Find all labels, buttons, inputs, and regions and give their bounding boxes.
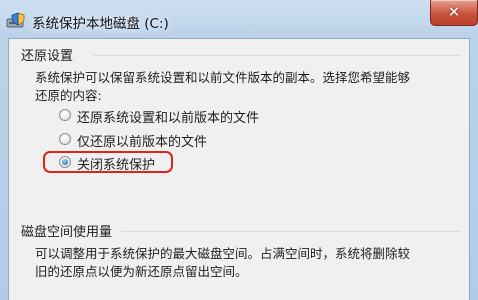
system-protection-dialog: 系统保护本地磁盘 (C:) ✕ 还原设置 系统保护可以保留系统设置和以前文件版本… bbox=[0, 0, 478, 300]
disk-space-heading: 磁盘空间使用量 bbox=[21, 225, 113, 240]
restore-settings-divider bbox=[93, 55, 461, 56]
close-button[interactable]: ✕ bbox=[430, 0, 478, 26]
dialog-client-area: 还原设置 系统保护可以保留系统设置和以前文件版本的副本。选择您希望能够 还原的内… bbox=[8, 38, 470, 300]
radio-label[interactable]: 还原系统设置和以前版本的文件 bbox=[77, 107, 259, 126]
red-highlight-annotation bbox=[43, 151, 173, 173]
radio-label[interactable]: 仅还原以前版本的文件 bbox=[77, 131, 207, 150]
restore-settings-heading: 还原设置 bbox=[21, 49, 74, 64]
radio-button[interactable] bbox=[59, 133, 71, 145]
disk-description-line-2: 旧的还原点以便为新还原点留出空间。 bbox=[35, 264, 248, 279]
restore-description-line-1: 系统保护可以保留系统设置和以前文件版本的副本。选择您希望能够 bbox=[35, 70, 411, 85]
drive-shield-icon bbox=[6, 12, 26, 30]
title-bar[interactable]: 系统保护本地磁盘 (C:) ✕ bbox=[0, 0, 478, 38]
window-title: 系统保护本地磁盘 (C:) bbox=[32, 16, 169, 32]
close-icon: ✕ bbox=[447, 3, 461, 21]
disk-space-description: 可以调整用于系统保护的最大磁盘空间。占满空间时，系统将删除较 旧的还原点以便为新… bbox=[35, 245, 467, 281]
restore-description-line-2: 还原的内容: bbox=[35, 88, 102, 103]
disk-space-divider bbox=[121, 231, 461, 232]
radio-button[interactable] bbox=[59, 109, 71, 121]
restore-settings-description: 系统保护可以保留系统设置和以前文件版本的副本。选择您希望能够 还原的内容: bbox=[35, 69, 467, 105]
disk-description-line-1: 可以调整用于系统保护的最大磁盘空间。占满空间时，系统将删除较 bbox=[35, 246, 411, 261]
